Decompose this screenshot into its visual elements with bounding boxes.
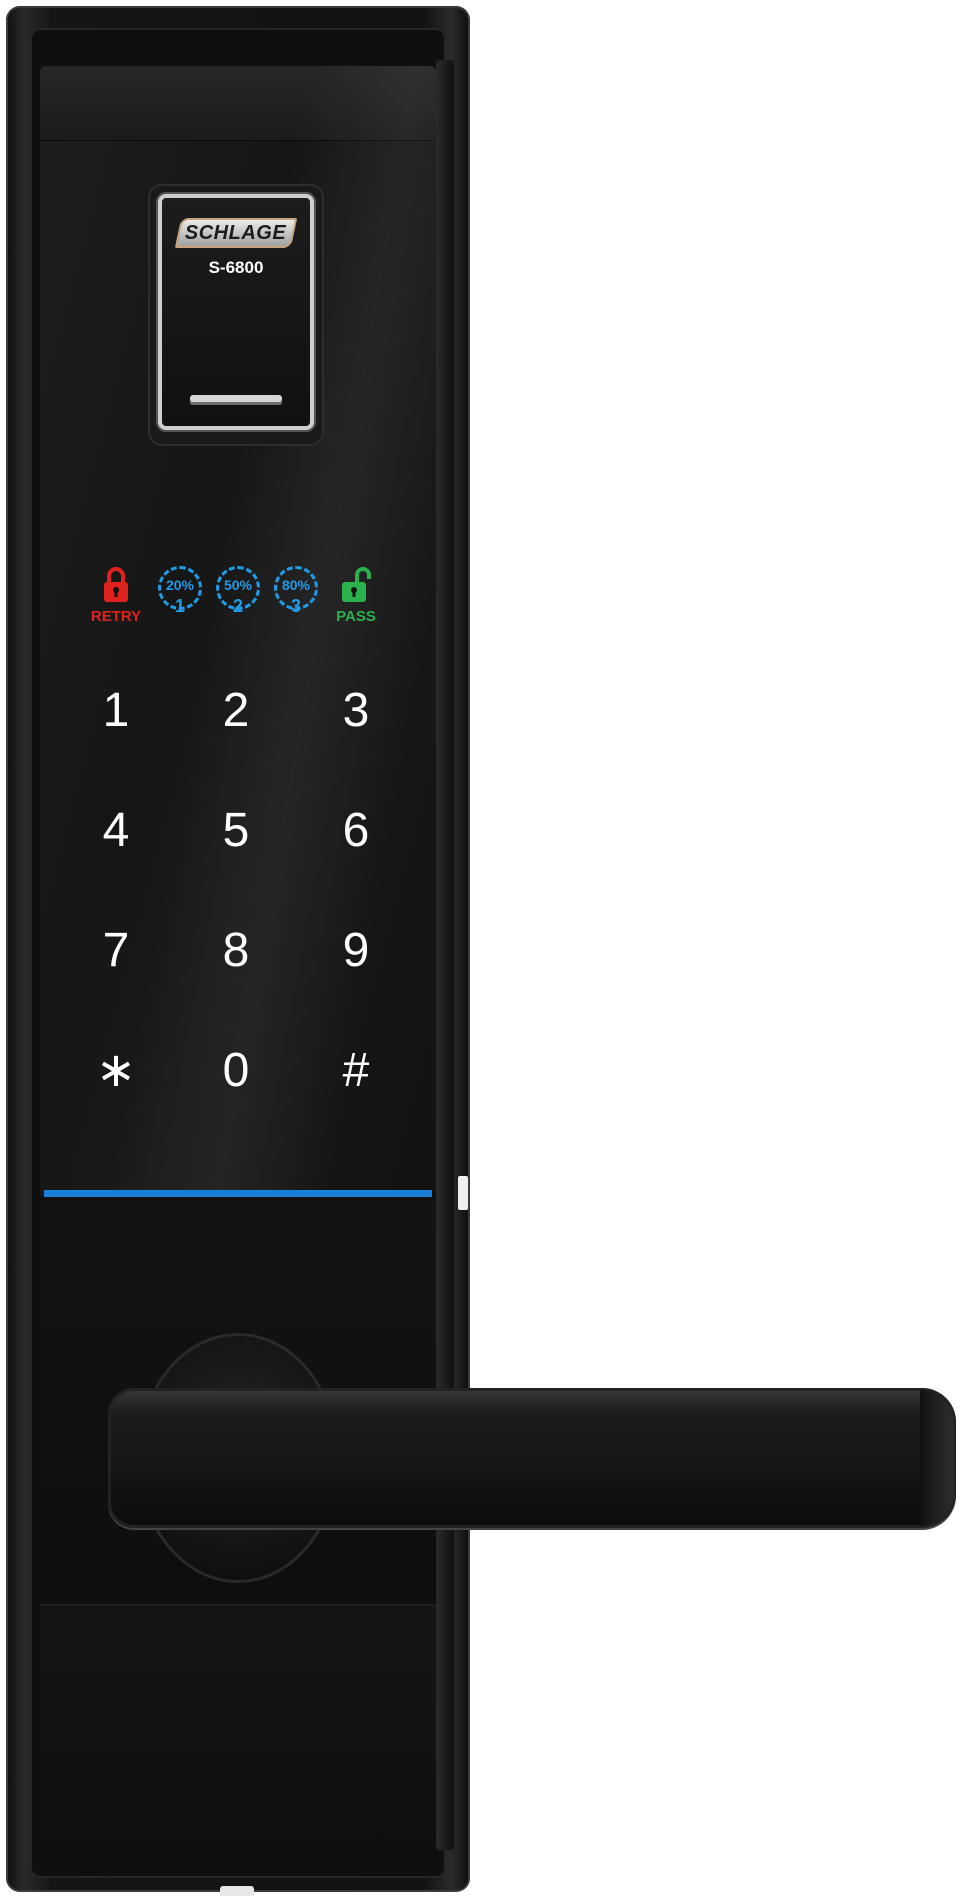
battery-cover — [40, 1604, 436, 1852]
key-0[interactable]: 0 — [196, 1036, 276, 1106]
latch-indicator — [458, 1176, 468, 1210]
lock-open-icon — [342, 567, 371, 602]
key-7[interactable]: 7 — [76, 916, 156, 986]
door-lever-handle[interactable] — [108, 1388, 956, 1528]
pass-label: PASS — [336, 608, 376, 625]
bottom-release-tab — [220, 1886, 254, 1896]
brand-name: SCHLAGE — [185, 221, 287, 244]
key-3[interactable]: 3 — [316, 676, 396, 746]
key-4[interactable]: 4 — [76, 796, 156, 866]
side-edge — [436, 60, 454, 1850]
lever-end-cap — [920, 1390, 954, 1526]
level-1-percent: 20% — [165, 577, 195, 593]
level-3-percent: 80% — [281, 577, 311, 593]
key-8[interactable]: 8 — [196, 916, 276, 986]
key-5[interactable]: 5 — [196, 796, 276, 866]
retry-label: RETRY — [90, 608, 142, 625]
model-number: S-6800 — [208, 258, 264, 277]
progress-ring-icon: 50% — [216, 566, 260, 610]
key-hash[interactable]: # — [316, 1036, 396, 1106]
pass-indicator: PASS — [326, 566, 386, 625]
key-1[interactable]: 1 — [76, 676, 156, 746]
key-9[interactable]: 9 — [316, 916, 396, 986]
lock-closed-icon — [104, 567, 128, 602]
key-star[interactable]: ∗ — [76, 1036, 156, 1106]
retry-indicator: RETRY — [86, 566, 146, 625]
key-6[interactable]: 6 — [316, 796, 396, 866]
level-indicator-3: 80% 3 — [266, 566, 326, 615]
level-indicator-1: 20% 1 — [150, 566, 210, 615]
progress-ring-icon: 80% — [274, 566, 318, 610]
sensor-slit — [190, 395, 282, 405]
level-indicator-2: 50% 2 — [208, 566, 268, 615]
key-2[interactable]: 2 — [196, 676, 276, 746]
progress-ring-icon: 20% — [158, 566, 202, 610]
status-light-bar — [44, 1190, 432, 1197]
brand-logo: SCHLAGE — [174, 218, 298, 248]
level-2-percent: 50% — [223, 577, 253, 593]
